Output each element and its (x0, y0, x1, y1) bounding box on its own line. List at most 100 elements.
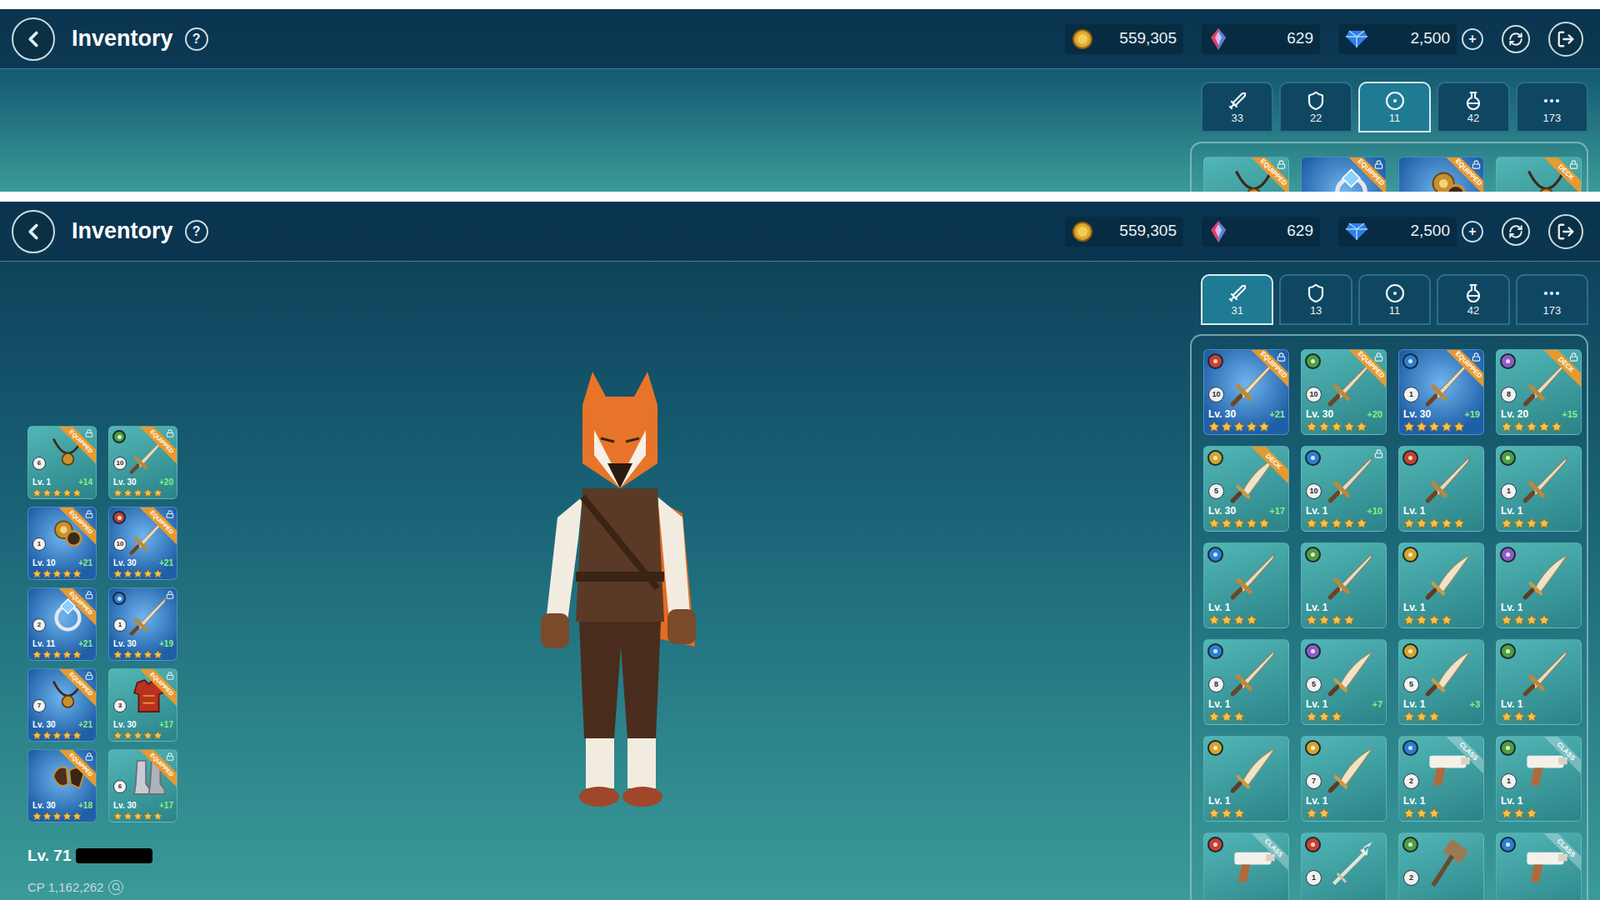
lock-icon (165, 590, 175, 600)
player-level: Lv. 71 (27, 844, 71, 869)
star-icon (133, 811, 143, 821)
item-card[interactable]: EQUIPPED (1398, 156, 1485, 192)
item-plus: +7 (1371, 700, 1383, 710)
item-card[interactable]: 8Lv. 1 (1203, 639, 1290, 725)
item-grid-panel: EQUIPPED EQUIPPED EQUIPPED DECK (1190, 141, 1589, 192)
item-card[interactable]: CLASS1Lv. 1 (1495, 735, 1582, 822)
item-card[interactable]: Lv. 1 (1203, 542, 1290, 629)
item-card[interactable]: EQUIPPED7Lv. 30+21 (27, 668, 97, 742)
item-card[interactable]: EQUIPPED10Lv. 30+20 (1300, 349, 1387, 435)
item-card[interactable]: EQUIPPED (1203, 156, 1290, 192)
category-tab[interactable]: 11 (1358, 274, 1431, 325)
star-icon (153, 811, 163, 821)
item-card[interactable]: DECK5Lv. 30+17 (1203, 445, 1290, 532)
item-card[interactable]: CLASS2Lv. 1 (1398, 735, 1485, 822)
item-card[interactable]: CLASS (1495, 832, 1582, 900)
refresh-button[interactable] (1501, 25, 1530, 54)
item-card[interactable]: 5Lv. 1+3 (1398, 639, 1485, 725)
star-icon (1428, 710, 1440, 723)
category-tab[interactable]: 173 (1515, 274, 1589, 325)
item-plus: +18 (78, 801, 93, 810)
item-card[interactable]: 7Lv. 1 (1300, 735, 1387, 822)
item-card[interactable]: Lv. 1 (1495, 639, 1582, 725)
category-tab[interactable]: 22 (1279, 81, 1352, 133)
item-level: Lv. 30 (1305, 409, 1334, 420)
category-tab[interactable]: 33 (1200, 81, 1274, 133)
star-icon (143, 811, 153, 821)
item-card[interactable]: EQUIPPEDLv. 30+18 (27, 749, 97, 823)
screen-title: Inventory (71, 21, 174, 56)
star-icon (52, 811, 62, 821)
item-card[interactable]: 1 (1300, 832, 1387, 900)
item-card[interactable]: EQUIPPED2Lv. 11+21 (27, 587, 97, 661)
star-icon (52, 730, 62, 740)
star-icon (1513, 420, 1525, 433)
item-card[interactable]: 1Lv. 1 (1495, 445, 1582, 532)
category-tab[interactable]: 11 (1358, 81, 1431, 133)
refresh-icon (1508, 224, 1524, 240)
rank-badge: 7 (1305, 773, 1322, 790)
item-card[interactable]: EQUIPPED (1300, 156, 1387, 192)
category-tab[interactable]: 31 (1200, 274, 1274, 325)
star-icon (1245, 614, 1258, 626)
item-card[interactable]: Lv. 1 (1300, 542, 1387, 629)
help-button[interactable]: ? (185, 27, 209, 51)
search-icon (111, 882, 121, 892)
sword-icon (1227, 90, 1248, 111)
item-plus: +21 (1269, 410, 1285, 420)
item-card[interactable]: DECK8Lv. 20+15 (1495, 349, 1582, 435)
item-card[interactable]: Lv. 1 (1203, 735, 1290, 822)
item-card[interactable]: 2 (1398, 832, 1485, 900)
item-grid: EQUIPPEDEQUIPPEDEQUIPPEDDECK (1203, 156, 1575, 192)
item-card[interactable]: EQUIPPED6Lv. 30+17 (108, 749, 178, 823)
item-card[interactable]: Lv. 1 (1495, 542, 1582, 629)
star-icon (1415, 807, 1428, 820)
item-card[interactable]: 5Lv. 1+7 (1300, 639, 1387, 725)
star-icon (1343, 420, 1355, 433)
equipped-column: EQUIPPED6Lv. 1+14EQUIPPED10Lv. 30+20EQUI… (0, 261, 192, 900)
category-tab[interactable]: 173 (1515, 81, 1589, 133)
item-card[interactable]: EQUIPPED10Lv. 30+20 (108, 425, 178, 500)
back-button[interactable] (11, 210, 55, 254)
star-icon (1220, 807, 1233, 820)
item-level: Lv. 30 (113, 640, 137, 649)
item-card[interactable]: EQUIPPED1Lv. 30+19 (1398, 349, 1485, 435)
item-card[interactable]: 1Lv. 30+19 (108, 587, 178, 661)
exit-button[interactable] (1548, 21, 1584, 57)
add-gems-button[interactable]: + (1461, 220, 1484, 243)
category-tab[interactable]: 42 (1436, 81, 1510, 133)
add-gems-button[interactable]: + (1461, 28, 1484, 50)
back-arrow-icon (20, 219, 46, 245)
item-card[interactable]: Lv. 1 (1398, 542, 1485, 629)
rank-badge: 1 (1305, 870, 1322, 886)
refresh-button[interactable] (1501, 217, 1530, 246)
star-icon (1500, 614, 1513, 626)
star-icon (1428, 420, 1440, 433)
item-card[interactable]: 10Lv. 1+10 (1300, 445, 1387, 532)
item-card[interactable]: EQUIPPED10Lv. 30+21 (108, 506, 178, 580)
help-button[interactable]: ? (185, 220, 209, 244)
category-tab[interactable]: 42 (1436, 274, 1510, 325)
star-icon (1233, 710, 1245, 723)
star-icon (1233, 420, 1245, 433)
item-card[interactable]: Lv. 1 (1398, 445, 1485, 532)
lock-icon (1276, 352, 1286, 362)
star-icon (1403, 420, 1415, 433)
element-icon (1500, 546, 1516, 563)
exit-button[interactable] (1548, 214, 1584, 250)
category-tabs: 31131142173 (1190, 274, 1589, 325)
item-card[interactable]: EQUIPPED3Lv. 30+17 (108, 668, 178, 742)
item-card[interactable]: EQUIPPED1Lv. 10+21 (27, 506, 97, 580)
star-icon (1318, 420, 1330, 433)
item-plus: +14 (78, 478, 93, 487)
star-icon (1550, 420, 1563, 433)
category-tab[interactable]: 13 (1279, 274, 1352, 325)
item-card[interactable]: DECK (1495, 156, 1582, 192)
item-card[interactable]: EQUIPPED10Lv. 30+21 (1203, 349, 1290, 435)
item-card[interactable]: CLASS (1203, 832, 1290, 900)
back-button[interactable] (11, 17, 55, 61)
header-bar: Inventory?559,3056292,500+ (0, 201, 1600, 262)
item-card[interactable]: EQUIPPED6Lv. 1+14 (27, 425, 97, 500)
character-stage (191, 69, 1190, 192)
item-level: Lv. 1 (1305, 505, 1328, 516)
